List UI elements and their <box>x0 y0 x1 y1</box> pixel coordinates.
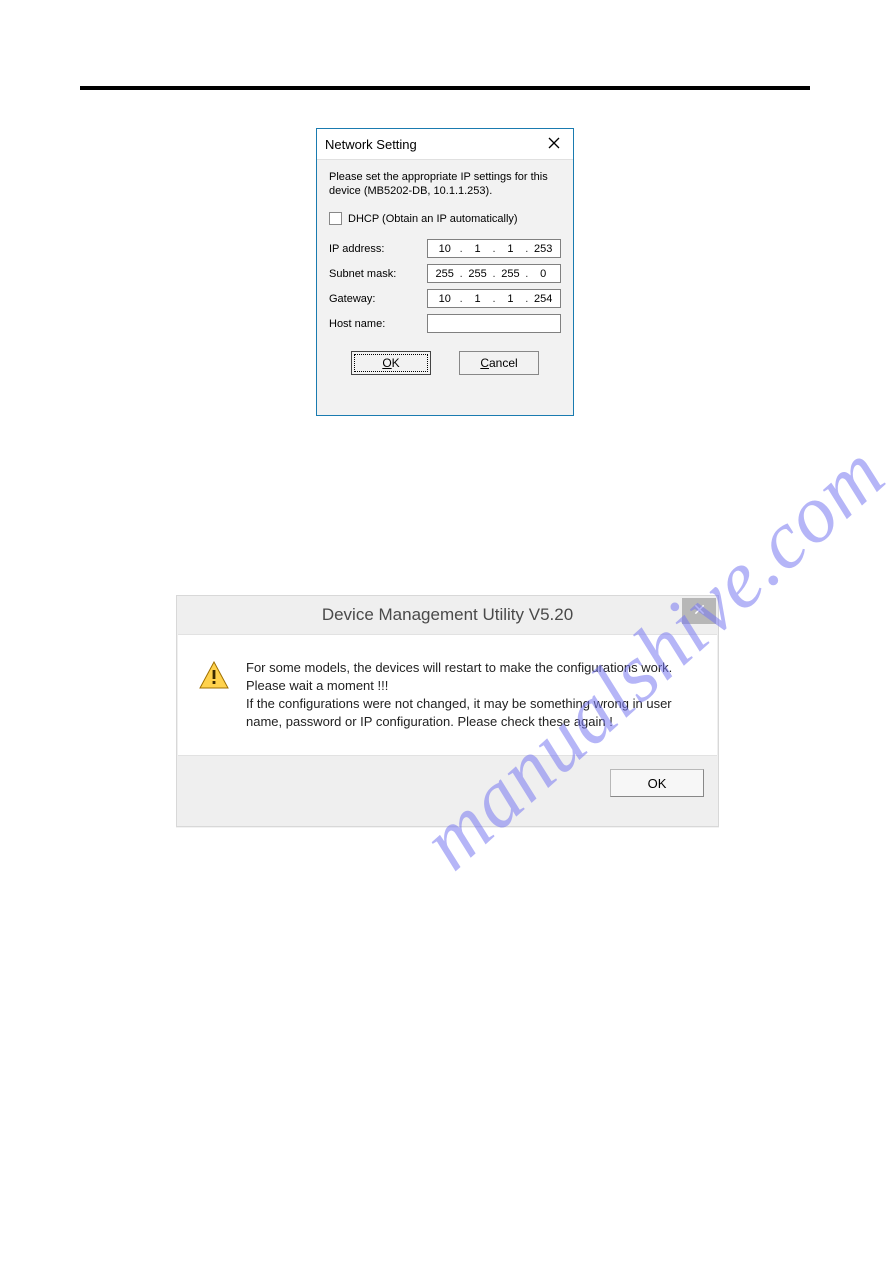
gateway-input[interactable]: 10. 1. 1. 254 <box>427 289 561 308</box>
gateway-octet-3: 1 <box>499 293 521 305</box>
cancel-button[interactable]: Cancel <box>459 351 539 375</box>
gateway-octet-1: 10 <box>434 293 456 305</box>
dhcp-row: DHCP (Obtain an IP automatically) <box>329 212 561 225</box>
subnet-octet-4: 0 <box>532 268 554 280</box>
message-text: For some models, the devices will restar… <box>246 659 697 731</box>
close-icon <box>694 604 705 618</box>
ok-button[interactable]: OK <box>351 351 431 375</box>
subnet-octet-2: 255 <box>467 268 489 280</box>
subnet-octet-3: 255 <box>499 268 521 280</box>
subnet-label: Subnet mask: <box>329 268 427 280</box>
dhcp-label: DHCP (Obtain an IP automatically) <box>348 213 518 225</box>
ok-label: OK <box>648 776 667 791</box>
hostname-input[interactable] <box>427 314 561 333</box>
ip-octet-4: 253 <box>532 243 554 255</box>
ip-octet-2: 1 <box>467 243 489 255</box>
ok-button[interactable]: OK <box>610 769 704 797</box>
close-button[interactable] <box>541 133 567 155</box>
gateway-octet-2: 1 <box>467 293 489 305</box>
dialog-button-row: OK Cancel <box>329 351 561 375</box>
dialog-body: Please set the appropriate IP settings f… <box>317 160 573 385</box>
gateway-label: Gateway: <box>329 293 427 305</box>
gateway-row: Gateway: 10. 1. 1. 254 <box>329 289 561 308</box>
message-line-1: For some models, the devices will restar… <box>246 659 697 695</box>
device-management-dialog: Device Management Utility V5.20 For some… <box>176 595 719 827</box>
subnet-mask-input[interactable]: 255. 255. 255. 0 <box>427 264 561 283</box>
instruction-text: Please set the appropriate IP settings f… <box>329 170 561 198</box>
gateway-octet-4: 254 <box>532 293 554 305</box>
message-line-2: If the configurations were not changed, … <box>246 695 697 731</box>
ip-row: IP address: 10. 1. 1. 253 <box>329 239 561 258</box>
subnet-octet-1: 255 <box>434 268 456 280</box>
subnet-row: Subnet mask: 255. 255. 255. 0 <box>329 264 561 283</box>
network-setting-dialog: Network Setting Please set the appropria… <box>316 128 574 416</box>
hostname-row: Host name: <box>329 314 561 333</box>
dialog-titlebar: Device Management Utility V5.20 <box>177 596 718 634</box>
dialog-title: Device Management Utility V5.20 <box>322 605 573 625</box>
dialog-title: Network Setting <box>325 137 417 152</box>
dialog-titlebar: Network Setting <box>317 129 573 160</box>
dialog-footer: OK <box>177 756 718 810</box>
ip-label: IP address: <box>329 243 427 255</box>
ip-octet-1: 10 <box>434 243 456 255</box>
page-top-rule <box>80 86 810 90</box>
close-button[interactable] <box>682 598 716 624</box>
close-icon <box>548 137 560 152</box>
ip-address-input[interactable]: 10. 1. 1. 253 <box>427 239 561 258</box>
warning-icon <box>198 659 230 731</box>
dialog-body: For some models, the devices will restar… <box>178 634 717 756</box>
dhcp-checkbox[interactable] <box>329 212 342 225</box>
ip-octet-3: 1 <box>499 243 521 255</box>
hostname-label: Host name: <box>329 318 427 330</box>
